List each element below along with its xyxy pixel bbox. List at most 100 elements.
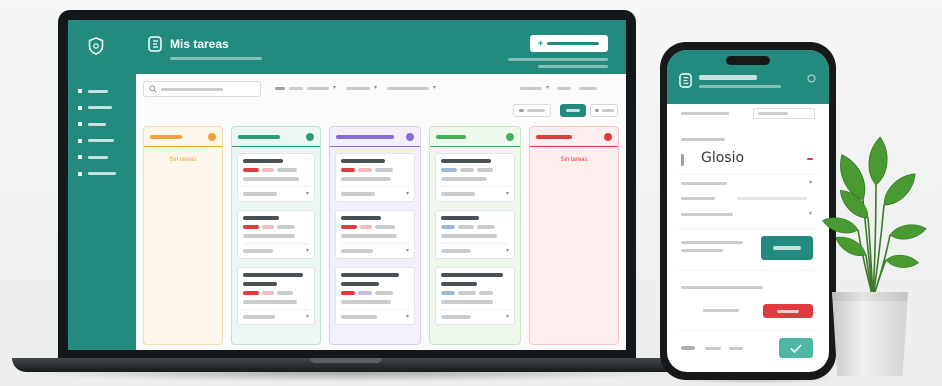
sidebar-item-label — [88, 89, 108, 93]
assignee — [243, 192, 277, 196]
chevron-down-icon[interactable]: ▾ — [306, 191, 309, 197]
plus-icon: + — [538, 38, 544, 48]
board-view-button[interactable] — [560, 104, 586, 117]
delete-button[interactable] — [763, 304, 813, 318]
delete-button-label — [777, 309, 799, 313]
secondary-action[interactable] — [703, 309, 739, 312]
chevron-down-icon[interactable]: ▾ — [374, 85, 377, 91]
task-card[interactable]: ▾ — [335, 210, 415, 259]
card-description — [341, 234, 397, 238]
phone-notch — [726, 56, 770, 65]
description-text — [681, 249, 723, 252]
priority-tag — [243, 291, 259, 295]
sidebar-item[interactable] — [68, 100, 136, 117]
new-task-button[interactable]: + — [530, 35, 608, 52]
tag — [360, 225, 372, 229]
task-card[interactable]: ▾ — [335, 153, 415, 202]
task-card[interactable]: ▾ — [435, 210, 515, 259]
shield-icon[interactable] — [88, 37, 104, 55]
nav-icon[interactable] — [681, 346, 695, 350]
task-card[interactable]: ▾ — [237, 267, 315, 325]
chevron-down-icon[interactable]: ▾ — [809, 211, 812, 217]
sidebar-item[interactable] — [68, 83, 136, 100]
phone-title — [699, 75, 757, 80]
text-field[interactable] — [753, 108, 815, 119]
tag — [479, 291, 493, 295]
leaf — [822, 217, 859, 234]
settings-icon[interactable] — [807, 74, 816, 83]
sidebar-item[interactable] — [68, 116, 136, 133]
chevron-down-icon[interactable]: ▾ — [433, 85, 436, 91]
chevron-down-icon[interactable]: ▾ — [306, 314, 309, 320]
check-icon — [790, 343, 802, 353]
card-tags — [243, 225, 309, 229]
filter-option[interactable] — [346, 86, 371, 90]
chevron-down-icon[interactable]: ▾ — [306, 248, 309, 254]
task-card[interactable]: ▾ — [237, 153, 315, 202]
task-card[interactable]: ▾ — [435, 153, 515, 202]
kanban-column[interactable]: ▾ ▾ ▾ — [429, 126, 521, 345]
kanban-column[interactable]: ▾ ▾ ▾ — [329, 126, 421, 345]
value-field[interactable]: Glosio — [701, 150, 744, 166]
chevron-down-icon[interactable]: ▾ — [506, 248, 509, 254]
filter-option[interactable] — [289, 86, 303, 90]
chevron-down-icon[interactable]: ▾ — [333, 85, 336, 91]
task-card[interactable]: ▾ — [435, 267, 515, 325]
tag — [262, 291, 274, 295]
kanban-column[interactable]: Sin tareas — [529, 126, 619, 345]
task-card[interactable]: ▾ — [237, 210, 315, 259]
column-title — [150, 134, 182, 139]
tool-label[interactable] — [579, 86, 598, 90]
list-view-button[interactable] — [513, 104, 551, 117]
calendar-view-label — [601, 109, 614, 112]
header-note — [538, 65, 608, 68]
calendar-view-button[interactable] — [590, 104, 618, 117]
card-tags — [441, 168, 509, 172]
card-title — [341, 273, 399, 277]
assignee — [341, 192, 375, 196]
confirm-badge[interactable] — [779, 338, 813, 358]
header-note — [508, 58, 608, 61]
laptop-screen: Mis tareas + ▾ ▾ ▾ ▾ Sin tareas ▾ ▾ ▾ ▾ … — [68, 20, 626, 350]
page-title: Mis tareas — [170, 37, 229, 51]
chevron-down-icon[interactable]: ▾ — [406, 314, 409, 320]
sidebar-item-label — [88, 106, 112, 110]
kanban-column[interactable]: Sin tareas — [143, 126, 223, 345]
app-header: Mis tareas + — [68, 20, 626, 74]
sidebar-item[interactable] — [68, 133, 136, 150]
laptop-base — [12, 358, 680, 372]
info-text — [681, 286, 763, 289]
card-description — [243, 300, 297, 304]
chevron-down-icon[interactable]: ▾ — [809, 180, 812, 186]
card-title — [441, 282, 477, 286]
task-card[interactable]: ▾ — [335, 267, 415, 325]
filter-option[interactable] — [387, 86, 430, 90]
tag — [460, 168, 474, 172]
leaf — [889, 224, 927, 240]
nav-label[interactable] — [729, 347, 743, 350]
chevron-down-icon[interactable]: ▾ — [546, 85, 549, 91]
chevron-down-icon[interactable]: ▾ — [406, 248, 409, 254]
card-footer: ▾ — [243, 309, 309, 320]
field-value[interactable] — [737, 197, 807, 200]
phone-subtitle — [699, 85, 781, 88]
tool-label[interactable] — [557, 86, 572, 90]
tag — [375, 225, 395, 229]
filter-option[interactable] — [307, 86, 329, 90]
tag — [262, 168, 274, 172]
sidebar — [68, 74, 136, 350]
primary-button[interactable] — [761, 236, 813, 260]
search-input[interactable] — [143, 81, 261, 97]
field-label — [681, 213, 733, 216]
leaf — [868, 136, 888, 186]
tool-label[interactable] — [520, 86, 542, 90]
kanban-column[interactable]: ▾ ▾ ▾ — [231, 126, 321, 345]
nav-icon — [78, 122, 82, 127]
card-description — [441, 234, 497, 238]
chevron-down-icon[interactable]: ▾ — [506, 314, 509, 320]
sidebar-item[interactable] — [68, 149, 136, 166]
chevron-down-icon[interactable]: ▾ — [406, 191, 409, 197]
chevron-down-icon[interactable]: ▾ — [506, 191, 509, 197]
sidebar-item[interactable] — [68, 166, 136, 183]
nav-label[interactable] — [705, 347, 721, 350]
